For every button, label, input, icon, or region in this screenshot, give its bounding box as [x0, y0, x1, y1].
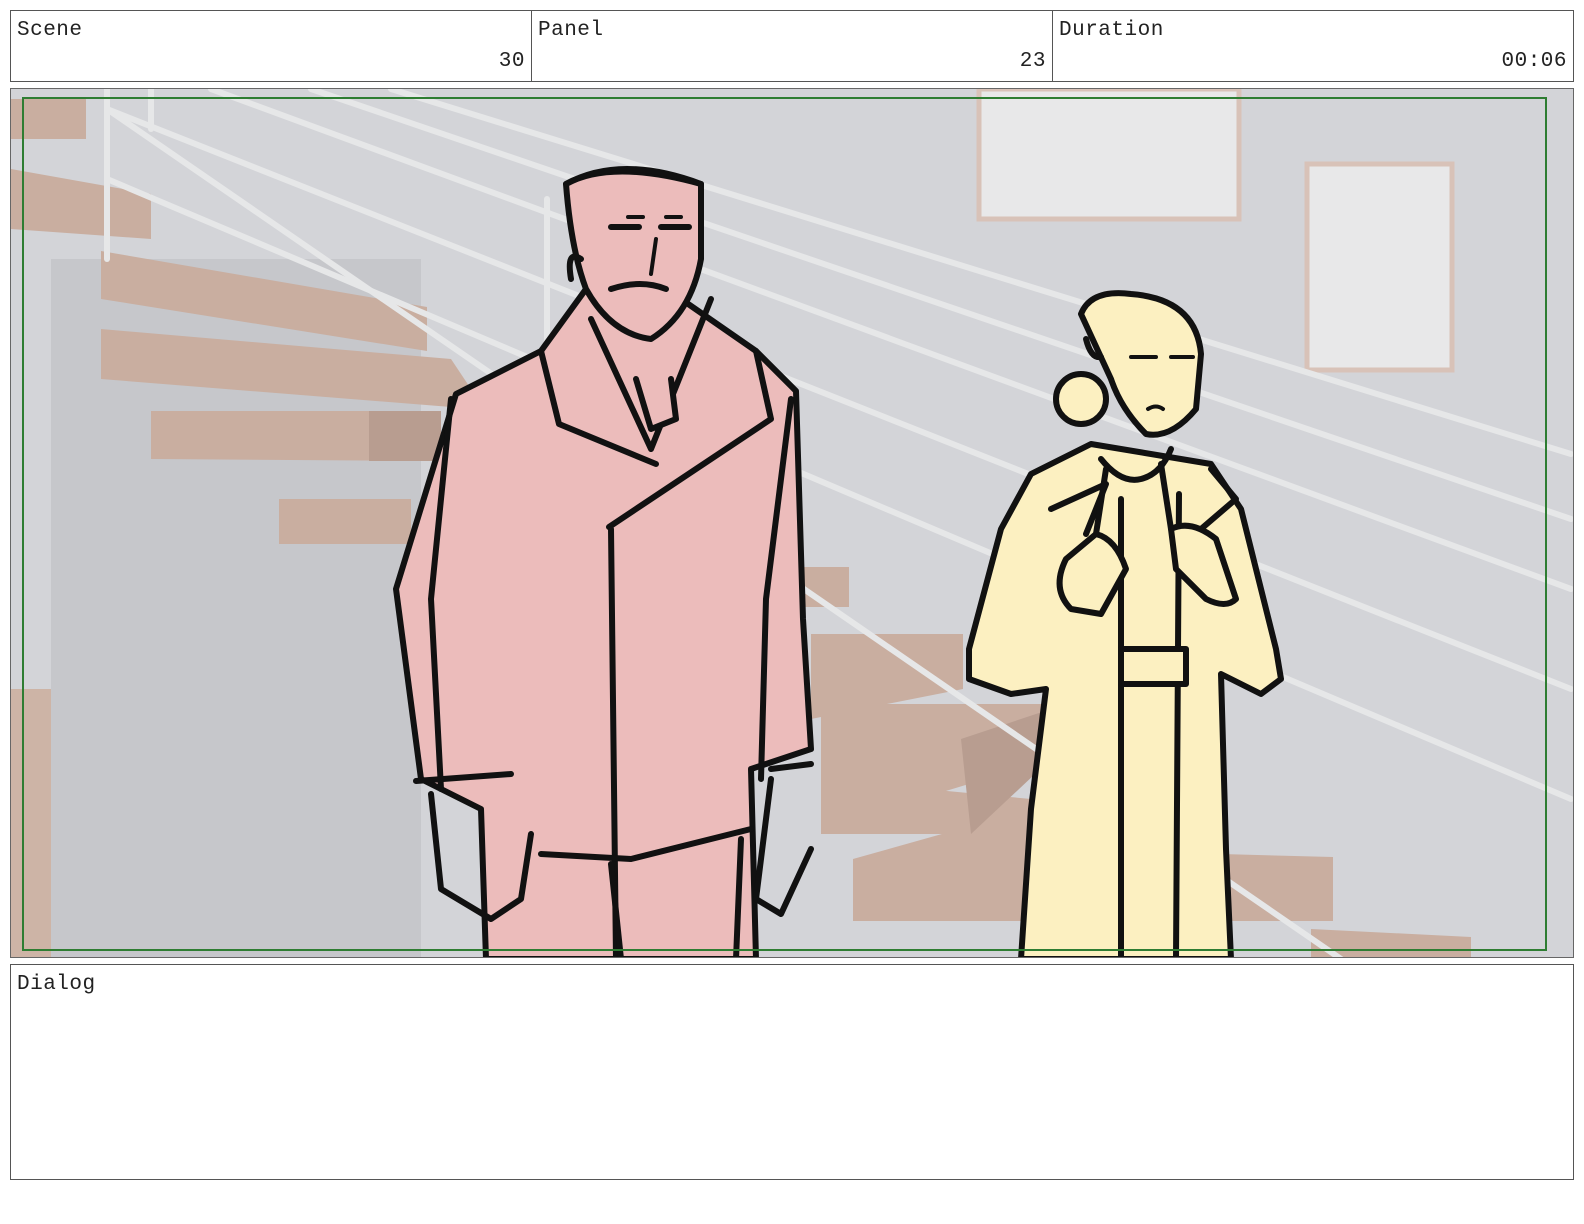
safe-area-frame: [22, 97, 1547, 951]
panel-header: Scene 30 Panel 23 Duration 00:06: [10, 10, 1574, 82]
scene-cell: Scene 30: [11, 11, 532, 81]
scene-number: 30: [498, 50, 525, 73]
storyboard-panel-image: [10, 88, 1574, 958]
dialog-label: Dialog: [17, 973, 96, 996]
duration-label: Duration: [1059, 19, 1164, 42]
dialog-box[interactable]: Dialog: [10, 964, 1574, 1180]
scene-label: Scene: [17, 19, 83, 42]
panel-label: Panel: [538, 19, 604, 42]
panel-cell: Panel 23: [532, 11, 1053, 81]
duration-value: 00:06: [1501, 50, 1567, 73]
duration-cell: Duration 00:06: [1053, 11, 1573, 81]
panel-number: 23: [1019, 50, 1046, 73]
